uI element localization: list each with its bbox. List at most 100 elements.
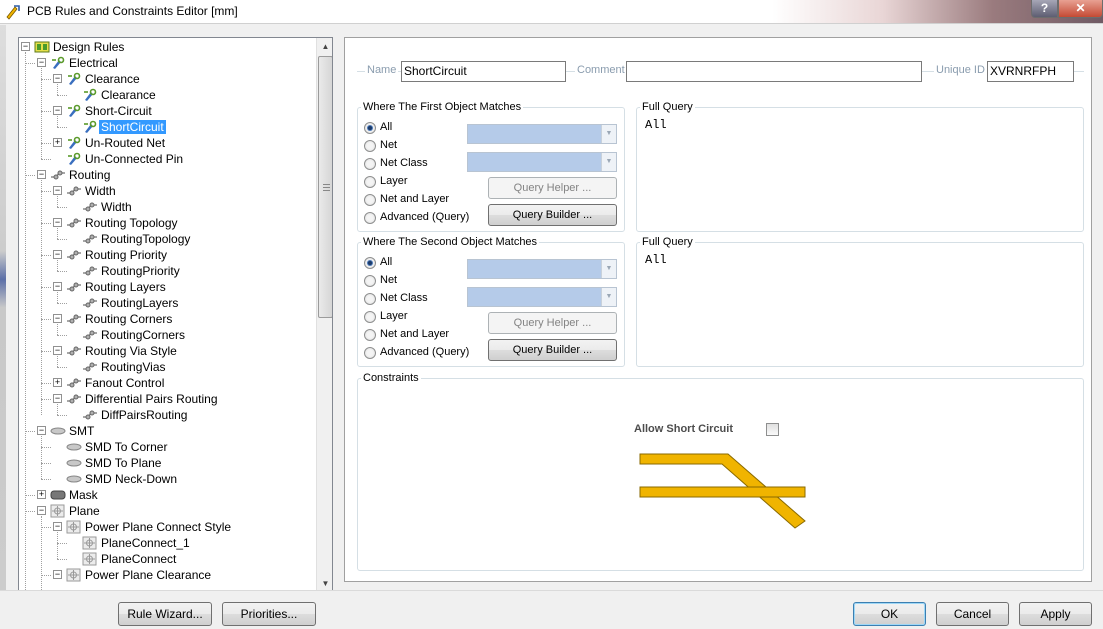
help-button[interactable]: ? — [1031, 0, 1058, 18]
tree-item[interactable]: Width — [19, 199, 316, 215]
collapse-icon[interactable]: − — [53, 106, 62, 115]
tree-item[interactable]: − Power Plane Clearance — [19, 567, 316, 583]
collapse-icon[interactable]: − — [37, 170, 46, 179]
second-match-option[interactable]: Net Class — [364, 291, 474, 307]
tree-scrollbar[interactable]: ▲ ▼ — [316, 38, 332, 592]
radio-button[interactable] — [364, 329, 376, 341]
tree-item[interactable]: − Short-Circuit — [19, 103, 316, 119]
collapse-icon[interactable]: − — [37, 58, 46, 67]
tree-item[interactable]: − Plane — [19, 503, 316, 519]
collapse-icon[interactable]: − — [53, 218, 62, 227]
radio-button[interactable] — [364, 347, 376, 359]
tree-item[interactable]: RoutingVias — [19, 359, 316, 375]
tree-item[interactable]: RoutingLayers — [19, 295, 316, 311]
tree-item[interactable]: RoutingPriority — [19, 263, 316, 279]
second-query-helper-button[interactable]: Query Helper ... — [488, 312, 617, 334]
tree-item[interactable]: Clearance — [19, 87, 316, 103]
cancel-button[interactable]: Cancel — [936, 602, 1009, 626]
rule-wizard-button[interactable]: Rule Wizard... — [118, 602, 212, 626]
tree-item[interactable]: SMD To Plane — [19, 455, 316, 471]
second-match-option[interactable]: All — [364, 255, 474, 271]
allow-short-circuit-checkbox[interactable] — [766, 423, 779, 436]
first-query-builder-button[interactable]: Query Builder ... — [488, 204, 617, 226]
tree-item[interactable]: RoutingCorners — [19, 327, 316, 343]
first-net-combo[interactable]: ▼ — [467, 124, 617, 144]
collapse-icon[interactable]: − — [53, 250, 62, 259]
close-button[interactable]: ✕ — [1058, 0, 1103, 18]
second-query-builder-button[interactable]: Query Builder ... — [488, 339, 617, 361]
expand-icon[interactable]: + — [53, 138, 62, 147]
second-netclass-combo[interactable]: ▼ — [467, 287, 617, 307]
expand-icon[interactable]: + — [37, 490, 46, 499]
second-match-option[interactable]: Net and Layer — [364, 327, 474, 343]
tree-item[interactable]: DiffPairsRouting — [19, 407, 316, 423]
tree-item[interactable]: − Routing Corners — [19, 311, 316, 327]
first-full-query-text[interactable]: All — [645, 118, 667, 132]
collapse-icon[interactable]: − — [53, 314, 62, 323]
comment-field[interactable] — [626, 61, 922, 82]
second-match-option[interactable]: Layer — [364, 309, 474, 325]
radio-button[interactable] — [364, 293, 376, 305]
collapse-icon[interactable]: − — [21, 42, 30, 51]
collapse-icon[interactable]: − — [53, 394, 62, 403]
radio-button[interactable] — [364, 176, 376, 188]
collapse-icon[interactable]: − — [53, 346, 62, 355]
tree-item[interactable]: + Mask — [19, 487, 316, 503]
first-match-option[interactable]: Net — [364, 138, 474, 154]
second-match-option[interactable]: Net — [364, 273, 474, 289]
radio-button[interactable] — [364, 122, 376, 134]
tree-item[interactable]: − Design Rules — [19, 39, 316, 55]
tree-item[interactable]: − Width — [19, 183, 316, 199]
radio-button[interactable] — [364, 275, 376, 287]
collapse-icon[interactable]: − — [53, 74, 62, 83]
radio-button[interactable] — [364, 212, 376, 224]
first-match-option[interactable]: Net Class — [364, 156, 474, 172]
radio-button[interactable] — [364, 257, 376, 269]
collapse-icon[interactable]: − — [53, 282, 62, 291]
tree-item[interactable]: − Routing Topology — [19, 215, 316, 231]
collapse-icon[interactable]: − — [53, 186, 62, 195]
tree-item[interactable]: − Clearance — [19, 71, 316, 87]
collapse-icon[interactable]: − — [37, 506, 46, 515]
collapse-icon[interactable]: − — [37, 426, 46, 435]
tree-item[interactable]: SMD To Corner — [19, 439, 316, 455]
tree-item[interactable]: − Routing Priority — [19, 247, 316, 263]
radio-button[interactable] — [364, 194, 376, 206]
collapse-icon[interactable]: − — [53, 522, 62, 531]
tree-item[interactable]: + Fanout Control — [19, 375, 316, 391]
tree-item[interactable]: − Differential Pairs Routing — [19, 391, 316, 407]
tree-item[interactable]: PlaneConnect_1 — [19, 535, 316, 551]
first-match-option[interactable]: All — [364, 120, 474, 136]
first-query-helper-button[interactable]: Query Helper ... — [488, 177, 617, 199]
scroll-thumb[interactable] — [318, 56, 332, 318]
priorities-button[interactable]: Priorities... — [222, 602, 316, 626]
tree-item[interactable]: − Routing Layers — [19, 279, 316, 295]
radio-button[interactable] — [364, 158, 376, 170]
tree-item[interactable]: − Electrical — [19, 55, 316, 71]
tree-item[interactable]: PlaneConnect — [19, 551, 316, 567]
first-match-option[interactable]: Net and Layer — [364, 192, 474, 208]
first-match-option[interactable]: Layer — [364, 174, 474, 190]
tree-item[interactable]: RoutingTopology — [19, 231, 316, 247]
ok-button[interactable]: OK — [853, 602, 926, 626]
first-netclass-combo[interactable]: ▼ — [467, 152, 617, 172]
tree-item[interactable]: − SMT — [19, 423, 316, 439]
second-match-option[interactable]: Advanced (Query) — [364, 345, 474, 361]
tree-item[interactable]: − Routing Via Style — [19, 343, 316, 359]
tree-item[interactable]: + Un-Routed Net — [19, 135, 316, 151]
tree-item[interactable]: Un-Connected Pin — [19, 151, 316, 167]
expand-icon[interactable]: + — [53, 378, 62, 387]
tree-item[interactable]: − Routing — [19, 167, 316, 183]
unique-id-field[interactable]: XVRNRFPH — [987, 61, 1074, 82]
radio-button[interactable] — [364, 140, 376, 152]
scroll-up-icon[interactable]: ▲ — [317, 38, 332, 55]
collapse-icon[interactable]: − — [53, 570, 62, 579]
radio-button[interactable] — [364, 311, 376, 323]
tree-item[interactable]: SMD Neck-Down — [19, 471, 316, 487]
second-net-combo[interactable]: ▼ — [467, 259, 617, 279]
first-match-option[interactable]: Advanced (Query) — [364, 210, 474, 226]
tree-item[interactable]: ShortCircuit — [19, 119, 316, 135]
second-full-query-text[interactable]: All — [645, 253, 667, 267]
name-field[interactable]: ShortCircuit — [401, 61, 566, 82]
tree-item[interactable]: − Power Plane Connect Style — [19, 519, 316, 535]
